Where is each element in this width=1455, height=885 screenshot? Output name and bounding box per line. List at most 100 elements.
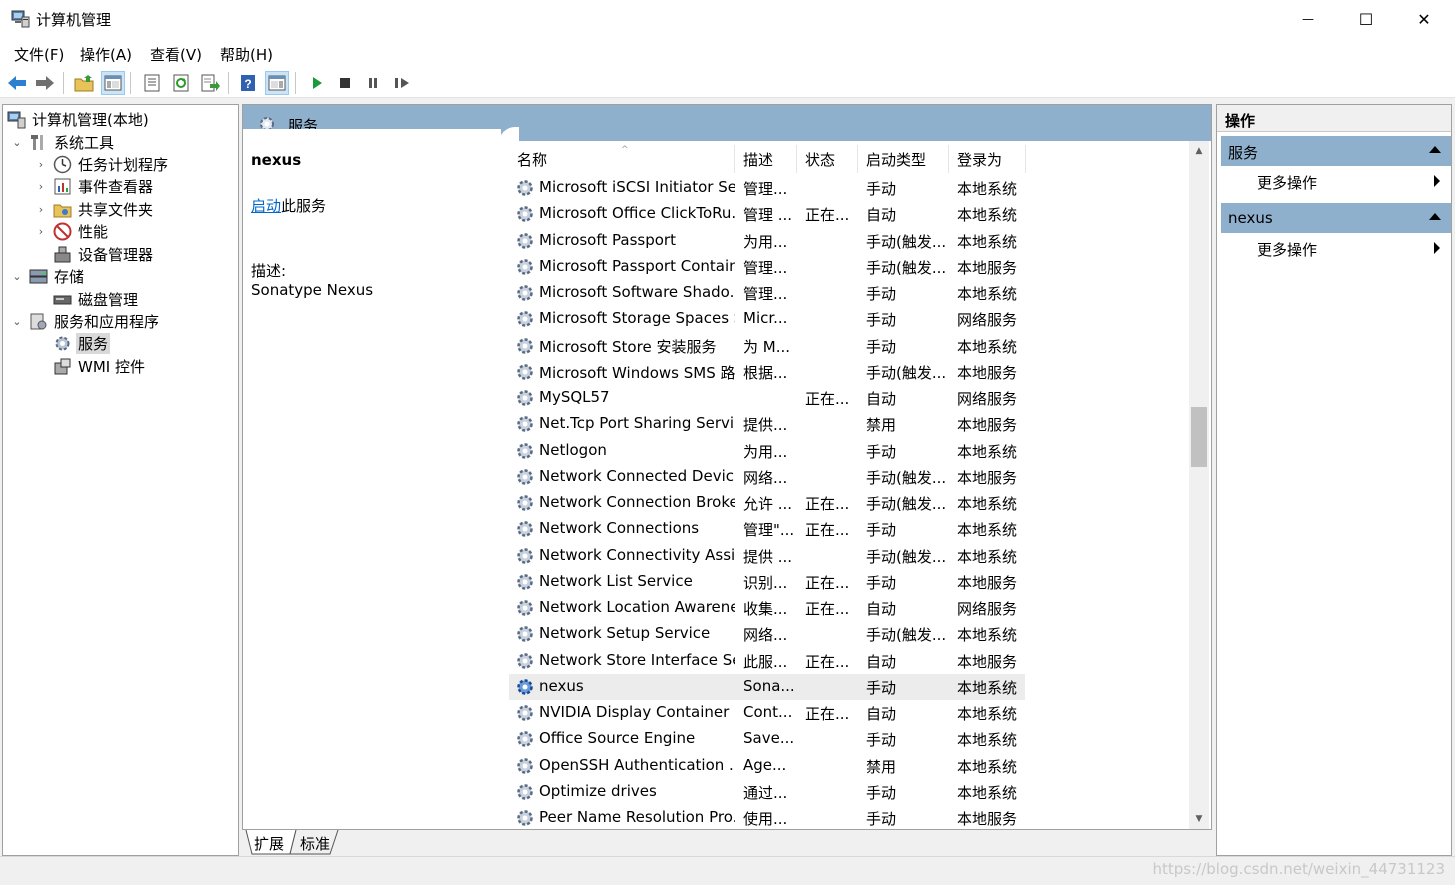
cell-name: Network Connections bbox=[539, 519, 700, 538]
export-list-button[interactable] bbox=[198, 71, 222, 95]
forward-button[interactable] bbox=[33, 71, 57, 95]
cell-status: 正在... bbox=[805, 495, 850, 513]
chevron-down-icon[interactable]: ⌄ bbox=[11, 270, 23, 283]
chevron-right-icon[interactable]: › bbox=[35, 225, 47, 238]
tree-node-task-scheduler[interactable]: › 任务计划程序 bbox=[35, 153, 170, 175]
column-header-name[interactable]: 名称 ^ bbox=[509, 145, 735, 173]
tree-node-system-tools[interactable]: ⌄ 系统工具 bbox=[11, 131, 116, 153]
tree-node-performance[interactable]: › 性能 bbox=[35, 220, 110, 242]
tree-label: 服务和应用程序 bbox=[54, 312, 160, 331]
table-row[interactable]: Microsoft Windows SMS 路... 根据... 手动(触发... 本… bbox=[509, 359, 1025, 385]
cell-desc: 提供 ... bbox=[743, 547, 793, 566]
chevron-right-icon[interactable]: › bbox=[35, 180, 47, 193]
chevron-down-icon[interactable]: ⌄ bbox=[11, 315, 23, 328]
cell-startup: 禁用 bbox=[866, 757, 897, 776]
table-row[interactable]: Network Connected Devic... 网络... 手动(触发... 本… bbox=[509, 464, 1025, 490]
menu-file[interactable]: 文件(F) bbox=[14, 44, 64, 65]
table-row[interactable]: Peer Name Resolution Pro... 使用... 手动 本地服务 bbox=[509, 805, 1025, 829]
tree-node-services-apps[interactable]: ⌄ 服务和应用程序 bbox=[11, 310, 161, 332]
stop-service-button[interactable] bbox=[333, 71, 357, 95]
gear-icon bbox=[517, 810, 533, 826]
actions-section-nexus[interactable]: nexus bbox=[1221, 203, 1451, 233]
column-header-logon[interactable]: 登录为 bbox=[949, 145, 1026, 173]
column-header-description[interactable]: 描述 bbox=[735, 145, 797, 173]
start-service-button[interactable] bbox=[305, 71, 329, 95]
gear-icon bbox=[517, 259, 533, 275]
cell-name: Microsoft Software Shado... bbox=[539, 283, 735, 301]
table-row[interactable]: Network Store Interface Se... 此服... 正在... 自… bbox=[509, 648, 1025, 674]
close-button[interactable]: ✕ bbox=[1395, 0, 1453, 38]
menu-help[interactable]: 帮助(H) bbox=[220, 44, 273, 65]
menu-action[interactable]: 操作(A) bbox=[80, 44, 132, 65]
scroll-up-icon[interactable]: ▲ bbox=[1189, 141, 1209, 161]
column-header-startup-type[interactable]: 启动类型 bbox=[858, 145, 949, 173]
collapse-up-icon[interactable] bbox=[1429, 145, 1441, 153]
tree-node-root[interactable]: 计算机管理(本地) bbox=[7, 108, 151, 130]
tree-node-wmi[interactable]: WMI 控件 bbox=[53, 355, 147, 377]
column-header-label: 状态 bbox=[805, 150, 836, 169]
start-service-link[interactable]: 启动 bbox=[251, 197, 281, 215]
back-button[interactable] bbox=[5, 71, 29, 95]
tab-standard[interactable]: 标准 bbox=[294, 830, 336, 856]
collapse-up-icon[interactable] bbox=[1429, 212, 1441, 220]
table-row[interactable]: Office Source Engine Save... 手动 本地系统 bbox=[509, 726, 1025, 752]
help-button[interactable]: ? bbox=[236, 71, 260, 95]
tab-extended[interactable]: 扩展 bbox=[248, 830, 290, 856]
show-hide-tree-button[interactable] bbox=[101, 71, 125, 95]
table-row[interactable]: Network Connections 管理"... 正在... 手动 本地系统 bbox=[509, 516, 1025, 542]
table-row[interactable]: Microsoft Store 安装服务 为 M... 手动 本地系统 bbox=[509, 333, 1025, 359]
table-row[interactable]: Network Connectivity Assis... 提供 ... 手动(触发… bbox=[509, 543, 1025, 569]
toolbar-separator bbox=[63, 72, 64, 94]
vertical-scrollbar[interactable]: ▲ ▼ bbox=[1189, 141, 1209, 829]
actions-more-services[interactable]: 更多操作 bbox=[1221, 166, 1451, 196]
table-row[interactable]: Microsoft Passport 为用... 手动(触发... 本地系统 bbox=[509, 228, 1025, 254]
chevron-right-icon[interactable]: › bbox=[35, 203, 47, 216]
tree-node-services[interactable]: 服务 bbox=[53, 332, 111, 354]
table-row[interactable]: Microsoft Office ClickToRu... 管理 ... 正在...… bbox=[509, 201, 1025, 227]
table-row[interactable]: Microsoft Storage Spaces S... Micr... 手动 网络… bbox=[509, 306, 1025, 332]
tree-label: 事件查看器 bbox=[78, 177, 154, 196]
chevron-down-icon[interactable]: ⌄ bbox=[11, 136, 23, 149]
tree-node-storage[interactable]: ⌄ 存储 bbox=[11, 265, 86, 287]
table-row[interactable]: Network Setup Service 网络... 手动(触发... 本地系统 bbox=[509, 621, 1025, 647]
table-row[interactable]: Microsoft iSCSI Initiator Ser... 管理... 手动 本… bbox=[509, 175, 1025, 201]
table-row[interactable]: Netlogon 为用... 手动 本地系统 bbox=[509, 438, 1025, 464]
table-row[interactable]: OpenSSH Authentication ... Age... 禁用 本地系统 bbox=[509, 753, 1025, 779]
tree-label: 性能 bbox=[78, 222, 109, 241]
column-header-status[interactable]: 状态 bbox=[797, 145, 858, 173]
table-row[interactable]: Optimize drives 通过... 手动 本地系统 bbox=[509, 779, 1025, 805]
cell-name: Peer Name Resolution Pro... bbox=[539, 808, 735, 826]
storage-icon bbox=[29, 267, 48, 286]
minimize-button[interactable]: — bbox=[1279, 0, 1337, 38]
cell-desc: 管理... bbox=[743, 285, 788, 303]
table-row[interactable]: MySQL57 正在... 自动 网络服务 bbox=[509, 385, 1025, 411]
actions-section-services[interactable]: 服务 bbox=[1221, 136, 1451, 166]
table-row[interactable]: Microsoft Software Shado... 管理... 手动 本地系统 bbox=[509, 280, 1025, 306]
tree-node-shared-folders[interactable]: › 共享文件夹 bbox=[35, 198, 155, 220]
services-apps-icon bbox=[29, 312, 48, 331]
scroll-thumb[interactable] bbox=[1191, 407, 1207, 467]
chevron-right-icon[interactable]: › bbox=[35, 158, 47, 171]
show-hide-action-pane-button[interactable] bbox=[265, 71, 289, 95]
maximize-button[interactable]: ☐ bbox=[1337, 0, 1395, 38]
cell-logon: 本地系统 bbox=[957, 626, 1018, 645]
properties-button[interactable] bbox=[140, 71, 164, 95]
pause-service-button[interactable] bbox=[361, 71, 385, 95]
restart-service-button[interactable] bbox=[390, 71, 414, 95]
up-level-button[interactable] bbox=[72, 71, 96, 95]
menu-view[interactable]: 查看(V) bbox=[150, 44, 202, 65]
table-row[interactable]: Microsoft Passport Container 管理... 手动(触发..… bbox=[509, 254, 1025, 280]
gear-icon bbox=[517, 547, 533, 564]
tree-node-device-manager[interactable]: 设备管理器 bbox=[53, 243, 155, 265]
table-row[interactable]: Network List Service 识别... 正在... 手动 本地服务 bbox=[509, 569, 1025, 595]
tree-node-disk-management[interactable]: 磁盘管理 bbox=[53, 288, 140, 310]
table-row[interactable]: NVIDIA Display Container LS Cont... 正在... 自… bbox=[509, 700, 1025, 726]
table-row[interactable]: Net.Tcp Port Sharing Service 提供... 禁用 本地服务 bbox=[509, 411, 1025, 437]
table-row[interactable]: Network Location Awarene... 收集... 正在... 自动 网… bbox=[509, 595, 1025, 621]
actions-more-nexus[interactable]: 更多操作 bbox=[1221, 233, 1451, 263]
table-row[interactable]: Network Connection Broker 允许 ... 正在... 手动(触… bbox=[509, 490, 1025, 516]
scroll-down-icon[interactable]: ▼ bbox=[1189, 809, 1209, 829]
refresh-button[interactable] bbox=[169, 71, 193, 95]
table-row[interactable]: nexus Sona... 手动 本地系统 bbox=[509, 673, 1025, 700]
tree-node-event-viewer[interactable]: › 事件查看器 bbox=[35, 175, 155, 197]
